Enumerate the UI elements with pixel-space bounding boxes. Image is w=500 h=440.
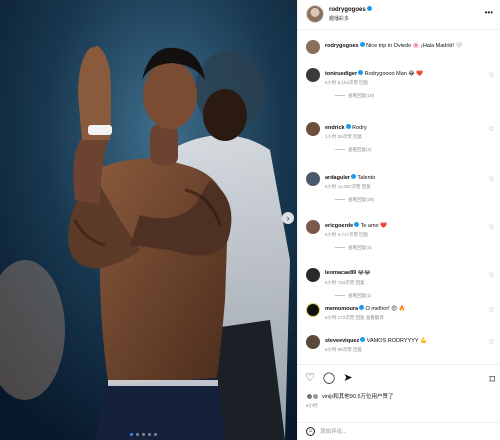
comments-panel: rodrygogoes 趣播彩多 ••• rodrygogoes Nice tr…: [297, 0, 500, 440]
comment-list: rodrygogoes Nice trip in Oviedo 🌸 ¡Hala …: [298, 34, 500, 364]
comment-meta: 6小时 734次赞 回复: [325, 280, 365, 285]
comment-text: VAMOS RODRYYYY 💪: [366, 338, 427, 344]
comment-like-heart-icon[interactable]: ♡: [489, 224, 494, 231]
comment-line: memomoura O melhor! 😍 🔥: [325, 305, 485, 312]
verified-icon: [354, 222, 360, 227]
comment-line: ardaguler Talento: [325, 174, 485, 181]
comment-username[interactable]: leomacae89: [325, 270, 356, 276]
view-replies-link[interactable]: 查看回复(29): [335, 197, 374, 203]
view-replies-link[interactable]: 查看回复(1): [335, 293, 372, 299]
comment-input[interactable]: [320, 427, 490, 437]
pagination-dot: [130, 433, 133, 436]
heart-icon[interactable]: ♡: [305, 373, 315, 384]
comment-avatar[interactable]: [306, 268, 320, 282]
verified-icon: [351, 174, 357, 179]
comment-text: Talento: [357, 175, 376, 181]
comment-text: Nice trip in Oviedo 🌸 ¡Hala Madrid! 🤍: [366, 43, 463, 49]
post-footer: ♡ ◯ ➤ ⌑ vinijr和其他90.5万位用户赞了 6小时 ☺: [298, 364, 500, 440]
photo-pagination: [130, 433, 157, 436]
comment-meta: 1小时 36次赞 回复: [325, 134, 363, 139]
comment-like-heart-icon[interactable]: ♡: [489, 126, 494, 133]
verified-icon: [366, 6, 372, 11]
comment-text: O melhor! 😍 🔥: [365, 306, 406, 312]
comment-avatar[interactable]: [306, 335, 320, 349]
comment-meta: 6小时 98次赞 回复: [325, 347, 363, 352]
comment-meta: 6小时 5,153次赞 回复: [325, 80, 369, 85]
view-replies-link[interactable]: 查看回复(3): [335, 245, 372, 251]
comment-avatar[interactable]: [306, 122, 320, 136]
comment-text: Rodrygoooo Man 😂 ❤️: [364, 71, 424, 77]
comment-meta: 6小时 172次赞 回复 查看翻译: [325, 315, 384, 320]
pagination-dot: [148, 433, 151, 436]
comment-line: ericgoerde Te amo ❤️: [325, 222, 485, 229]
comment-line: steveeviquez VAMOS RODRYYYY 💪: [325, 337, 485, 344]
more-icon[interactable]: •••: [485, 8, 493, 17]
pagination-dot: [142, 433, 145, 436]
comment-avatar[interactable]: [306, 220, 320, 234]
comment-avatar[interactable]: [306, 40, 320, 54]
comment-line: leomacae89 😂😂: [325, 270, 485, 276]
comment-line: rodrygogoes Nice trip in Oviedo 🌸 ¡Hala …: [325, 42, 485, 49]
comment-username[interactable]: ardaguler: [325, 175, 350, 181]
comment-line: toniruediger Rodrygoooo Man 😂 ❤️: [325, 70, 485, 77]
comment-username[interactable]: rodrygogoes: [325, 43, 359, 49]
player-photo-illustration: [0, 0, 297, 440]
verified-icon: [345, 124, 351, 129]
add-comment-bar: ☺: [298, 422, 500, 440]
author-avatar[interactable]: [306, 5, 324, 23]
liker-avatar: [312, 392, 319, 400]
comment-username[interactable]: ericgoerde: [325, 223, 353, 229]
comment-like-heart-icon[interactable]: ♡: [489, 339, 494, 346]
comment-meta: 6小时 4,717次赞 回复: [325, 232, 369, 237]
comment-like-heart-icon[interactable]: ♡: [489, 72, 494, 79]
author-subtitle[interactable]: 趣播彩多: [329, 15, 349, 22]
send-icon[interactable]: ➤: [343, 373, 352, 384]
verified-icon: [359, 42, 365, 47]
comment-username[interactable]: steveeviquez: [325, 338, 359, 344]
comment-avatar[interactable]: [306, 172, 320, 186]
post-date: 6小时: [306, 403, 318, 408]
author-username[interactable]: rodrygogoes: [329, 6, 372, 13]
comment-text: 😂😂: [357, 270, 371, 276]
view-replies-link[interactable]: 查看回复(19): [335, 93, 374, 99]
likes-text: vinijr和其他90.5万位用户赞了: [322, 394, 394, 400]
bookmark-icon[interactable]: ⌑: [489, 373, 495, 386]
verified-icon: [359, 305, 365, 310]
view-replies-link[interactable]: 查看回复(2): [335, 147, 372, 153]
comment-like-heart-icon[interactable]: ♡: [489, 307, 494, 314]
comment-username[interactable]: memomoura: [325, 306, 358, 312]
comment-avatar[interactable]: [306, 303, 320, 317]
verified-icon: [360, 337, 366, 342]
emoji-icon[interactable]: ☺: [306, 427, 315, 436]
post-header: rodrygogoes 趣播彩多 •••: [298, 0, 500, 30]
pagination-dot: [154, 433, 157, 436]
next-photo-button[interactable]: ›: [282, 212, 294, 224]
comment-like-heart-icon[interactable]: ♡: [489, 176, 494, 183]
post-dialog: › rodrygogoes 趣播彩多 ••• rodrygogoes Nice …: [0, 0, 500, 440]
comment-like-heart-icon[interactable]: ♡: [489, 272, 494, 279]
comment-meta: 6小时 14,067次赞 回复: [325, 184, 371, 189]
action-bar: ♡ ◯ ➤: [305, 373, 352, 384]
post-photo[interactable]: ›: [0, 0, 297, 440]
comment-text: Rodry: [352, 125, 367, 131]
comment-avatar[interactable]: [306, 68, 320, 82]
comment-icon[interactable]: ◯: [323, 373, 335, 384]
comment-username[interactable]: endrick: [325, 125, 345, 131]
likes-summary[interactable]: vinijr和其他90.5万位用户赞了: [306, 392, 394, 400]
comment-line: endrick Rodry: [325, 124, 485, 131]
comment-text: Te amo ❤️: [360, 223, 387, 229]
verified-icon: [358, 70, 364, 75]
pagination-dot: [136, 433, 139, 436]
comment-username[interactable]: toniruediger: [325, 71, 357, 77]
